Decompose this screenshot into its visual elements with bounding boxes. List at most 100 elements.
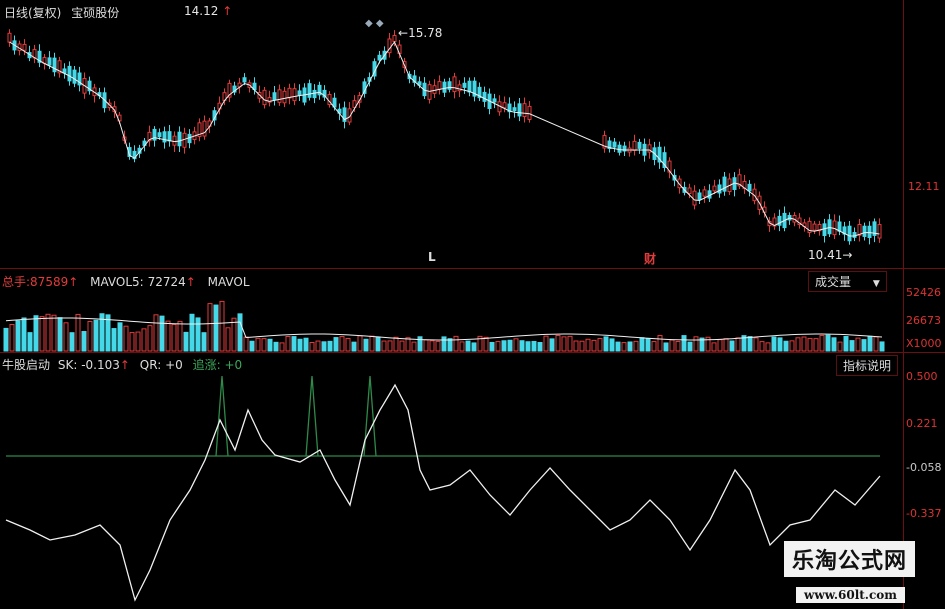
candle-body (67, 65, 72, 82)
candle-body (482, 91, 487, 102)
candle-body (177, 131, 182, 147)
signal-spike (363, 375, 377, 457)
volume-bar (645, 338, 651, 352)
candle-body (502, 102, 507, 109)
candle-body (877, 224, 882, 239)
candle-body (837, 221, 842, 232)
volume-bar (585, 338, 591, 352)
volume-bar (435, 340, 441, 352)
candle-body (447, 81, 452, 90)
volume-bar (195, 317, 201, 352)
volume-bar (351, 341, 357, 352)
volume-bar (363, 338, 369, 352)
volume-bar (309, 341, 315, 352)
volume-bar (459, 341, 465, 352)
volume-bar (573, 340, 579, 352)
candle-body (467, 80, 472, 93)
candle-body (517, 103, 522, 117)
volume-bar (537, 342, 543, 352)
volume-bar (519, 340, 525, 352)
volume-bar (147, 325, 153, 352)
volume-bar (879, 341, 885, 352)
volume-bar (399, 340, 405, 352)
volume-bar (801, 336, 807, 352)
volume-bar (261, 338, 267, 352)
volume-bar (525, 341, 531, 352)
volume-bar (387, 340, 393, 352)
candle-body (692, 190, 697, 206)
volume-bar (273, 341, 279, 352)
volume-bar (165, 320, 171, 352)
candle-body (292, 88, 297, 102)
volume-bar (219, 300, 225, 352)
volume-bar (753, 337, 759, 352)
volume-bar (315, 340, 321, 352)
candle-body (492, 98, 497, 103)
volume-bar (375, 336, 381, 352)
volume-bar (669, 339, 675, 352)
watermark-url: www.60lt.com (796, 587, 905, 603)
volume-bar (603, 336, 609, 352)
volume-bar (417, 336, 423, 352)
volume-bar (267, 338, 273, 352)
volume-bar (609, 338, 615, 352)
volume-bar (735, 337, 741, 352)
volume-bar (855, 337, 861, 352)
candle-body (747, 183, 752, 192)
volume-bar (747, 336, 753, 352)
volume-bar (657, 335, 663, 352)
candle-body (262, 89, 267, 106)
volume-bar (177, 320, 183, 352)
candle-body (697, 192, 702, 200)
volume-bar (381, 340, 387, 352)
volume-bar (225, 327, 231, 352)
volume-bar (291, 336, 297, 352)
volume-bar (837, 341, 843, 352)
volume-bar (483, 336, 489, 352)
volume-bar (831, 337, 837, 352)
volume-bar (237, 313, 243, 352)
candlestick-series (7, 29, 882, 245)
volume-bar (489, 341, 495, 352)
volume-bar (861, 339, 867, 352)
candle-body (717, 184, 722, 194)
candle-body (202, 120, 207, 137)
volume-bar (321, 341, 327, 352)
volume-bar (579, 340, 585, 352)
volume-bar (681, 335, 687, 352)
volume-bar (87, 320, 93, 352)
volume-bar (183, 331, 189, 352)
volume-bar (81, 331, 87, 352)
volume-bar (819, 335, 825, 352)
signal-spike (215, 375, 229, 457)
volume-bar (465, 340, 471, 352)
candle-body (7, 32, 12, 43)
candle-body (632, 140, 637, 151)
candle-body (462, 82, 467, 88)
candle-body (427, 84, 432, 100)
volume-bar (69, 332, 75, 352)
candle-body (282, 90, 287, 104)
candle-body (452, 76, 457, 93)
volume-bar (345, 338, 351, 352)
volume-bar (849, 340, 855, 352)
volume-bar (627, 341, 633, 352)
candle-body (377, 54, 382, 61)
volume-bar (135, 331, 141, 352)
volume-bar (651, 341, 657, 352)
candle-body (812, 223, 817, 231)
candle-body (52, 57, 57, 73)
candle-body (242, 77, 247, 83)
volume-bar (555, 335, 561, 352)
candle-body (867, 225, 872, 239)
volume-bar (507, 339, 513, 352)
volume-bar (123, 325, 129, 352)
volume-bar (129, 332, 135, 352)
volume-bar (813, 338, 819, 352)
candle-body (72, 69, 77, 84)
volume-bar (789, 340, 795, 352)
volume-bar (591, 339, 597, 352)
volume-bar (495, 341, 501, 352)
volume-bar (513, 338, 519, 352)
volume-bar (867, 335, 873, 352)
